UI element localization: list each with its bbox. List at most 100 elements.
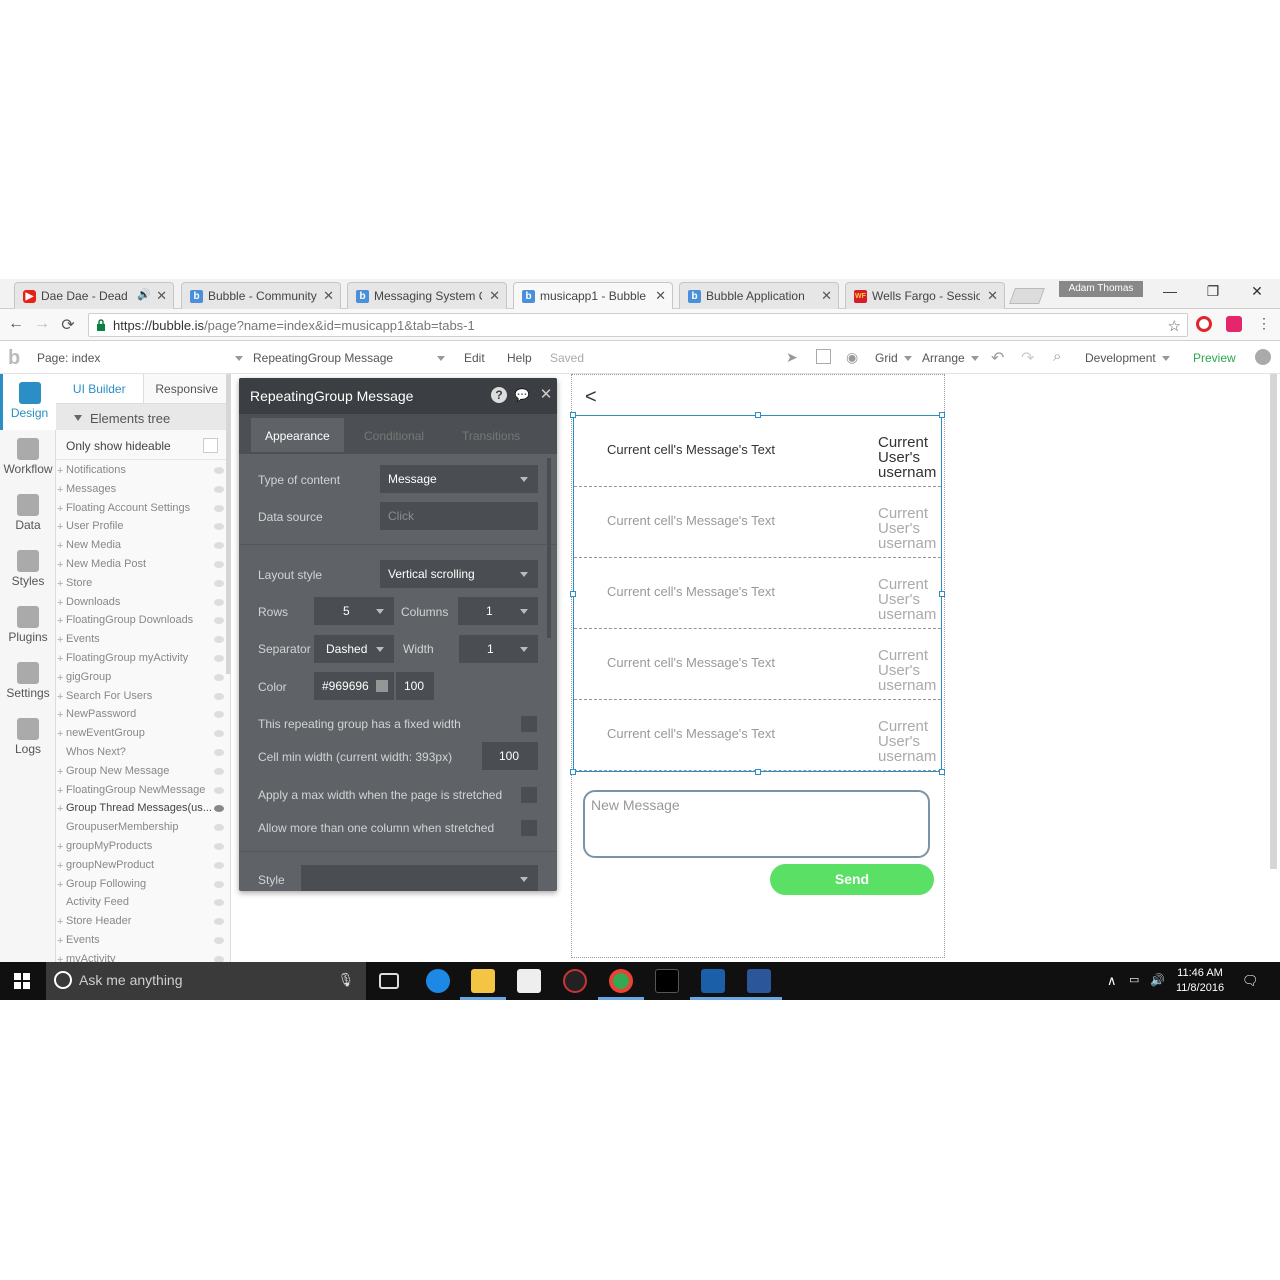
help-icon[interactable]: ? xyxy=(491,387,507,403)
battery-icon[interactable]: ▭ xyxy=(1129,973,1139,986)
url-input[interactable]: https://bubble.is/page?name=index&id=mus… xyxy=(88,313,1188,337)
color-opacity-input[interactable]: 100 xyxy=(396,672,434,700)
rows-select[interactable]: 5 xyxy=(314,597,394,625)
visibility-eye-icon[interactable] xyxy=(214,711,224,719)
visibility-eye-icon[interactable] xyxy=(214,748,224,756)
camera-icon[interactable] xyxy=(1226,316,1242,332)
expand-plus-icon[interactable]: + xyxy=(57,803,63,815)
tree-item[interactable]: + Downloads xyxy=(56,596,230,615)
type-of-content-select[interactable]: Message xyxy=(380,465,538,493)
arrange-menu[interactable]: Arrange xyxy=(922,351,979,365)
visibility-eye-icon[interactable] xyxy=(214,692,224,700)
elements-scrollbar[interactable] xyxy=(226,374,231,674)
volume-icon[interactable]: 🔊 xyxy=(1150,973,1165,987)
close-tab-icon[interactable]: ✕ xyxy=(323,288,334,304)
visibility-eye-icon[interactable] xyxy=(214,861,224,869)
repeating-group-cell[interactable]: Current cell's Message's Text Current Use… xyxy=(574,487,941,558)
rail-logs[interactable]: Logs xyxy=(0,710,56,766)
windows-start-icon[interactable] xyxy=(14,973,30,989)
fixed-width-checkbox[interactable] xyxy=(521,716,537,732)
restore-icon[interactable]: ❐ xyxy=(1203,283,1223,300)
rail-workflow[interactable]: Workflow xyxy=(0,430,56,486)
expand-plus-icon[interactable]: + xyxy=(57,860,63,872)
expand-plus-icon[interactable]: + xyxy=(57,634,63,646)
repeating-group-cell[interactable]: Current cell's Message's Text Current Use… xyxy=(574,558,941,629)
repeating-group-cell[interactable]: Current cell's Message's Text Current Use… xyxy=(574,629,941,700)
max-width-checkbox[interactable] xyxy=(521,787,537,803)
repeating-group-cell[interactable]: Current cell's Message's Text Current Use… xyxy=(574,700,941,771)
rail-data[interactable]: Data xyxy=(0,486,56,542)
more-columns-checkbox[interactable] xyxy=(521,820,537,836)
cell-min-width-input[interactable]: 100 xyxy=(482,742,538,770)
cell-username-text[interactable]: Current User's usernam xyxy=(878,577,942,622)
repeating-group-cell[interactable]: Current cell's Message's Text Current Use… xyxy=(574,416,941,487)
expand-plus-icon[interactable]: + xyxy=(57,766,63,778)
visibility-eye-icon[interactable] xyxy=(214,936,224,944)
visibility-eye-icon[interactable] xyxy=(214,899,224,907)
help-menu[interactable]: Help xyxy=(507,351,532,365)
tree-item[interactable]: + Store Header xyxy=(56,915,230,934)
style-select[interactable] xyxy=(301,865,538,891)
media-app-icon[interactable] xyxy=(563,969,587,993)
tree-item[interactable]: GroupuserMembership xyxy=(56,821,230,840)
tree-item[interactable]: Whos Next? xyxy=(56,746,230,765)
tree-item[interactable]: + Group Thread Messages(us... xyxy=(56,802,230,821)
browser-tab[interactable]: b Bubble Application ✕ xyxy=(679,282,839,309)
visibility-eye-icon[interactable] xyxy=(214,918,224,926)
tab-appearance[interactable]: Appearance xyxy=(251,418,344,452)
profile-badge[interactable]: Adam Thomas xyxy=(1059,281,1143,297)
tree-item[interactable]: Activity Feed xyxy=(56,896,230,915)
close-tab-icon[interactable]: ✕ xyxy=(987,288,998,304)
resize-handle[interactable] xyxy=(754,412,761,418)
grid-menu[interactable]: Grid xyxy=(875,351,912,365)
tree-item[interactable]: + User Profile xyxy=(56,520,230,539)
columns-select[interactable]: 1 xyxy=(458,597,538,625)
cell-message-text[interactable]: Current cell's Message's Text xyxy=(607,513,775,528)
close-tab-icon[interactable]: ✕ xyxy=(489,288,500,304)
expand-plus-icon[interactable]: + xyxy=(57,728,63,740)
repeating-group-message[interactable]: Current cell's Message's Text Current Use… xyxy=(570,412,945,775)
expand-plus-icon[interactable]: + xyxy=(57,879,63,891)
page-select[interactable]: Page: index xyxy=(37,351,243,365)
elements-tree-header[interactable]: Elements tree xyxy=(56,404,230,430)
visibility-eye-icon[interactable] xyxy=(214,598,224,606)
close-tab-icon[interactable]: ✕ xyxy=(156,288,167,304)
cell-username-text[interactable]: Current User's usernam xyxy=(878,435,942,480)
visibility-eye-icon[interactable] xyxy=(214,842,224,850)
element-select[interactable]: RepeatingGroup Message xyxy=(253,351,445,365)
tab-transitions[interactable]: Transitions xyxy=(462,418,520,452)
tree-item[interactable]: + gigGroup xyxy=(56,671,230,690)
tree-item[interactable]: + Group Following xyxy=(56,878,230,897)
expand-plus-icon[interactable]: + xyxy=(57,521,63,533)
cell-message-text[interactable]: Current cell's Message's Text xyxy=(607,655,775,670)
minimize-icon[interactable]: — xyxy=(1160,283,1180,299)
visibility-eye-icon[interactable] xyxy=(214,560,224,568)
tree-item[interactable]: + groupMyProducts xyxy=(56,840,230,859)
visibility-eye-icon[interactable] xyxy=(214,617,224,625)
rail-settings[interactable]: Settings xyxy=(0,654,56,710)
comment-icon[interactable]: 💬 xyxy=(514,387,530,403)
tree-item[interactable]: + Messages xyxy=(56,483,230,502)
expand-plus-icon[interactable]: + xyxy=(57,465,63,477)
only-show-hideable-checkbox[interactable] xyxy=(203,438,218,453)
notifications-icon[interactable]: 🗨 xyxy=(1242,973,1259,989)
new-tab-button[interactable] xyxy=(1009,288,1045,304)
resize-handle[interactable] xyxy=(939,590,945,597)
cell-message-text[interactable]: Current cell's Message's Text xyxy=(607,584,775,599)
expand-plus-icon[interactable]: + xyxy=(57,785,63,797)
browser-tab-active[interactable]: b musicapp1 - Bubble E ✕ xyxy=(513,282,673,309)
data-source-field[interactable]: Click xyxy=(380,502,538,530)
tray-chevron-icon[interactable]: ∧ xyxy=(1107,973,1117,989)
visibility-eye-icon[interactable] xyxy=(214,786,224,794)
system-clock[interactable]: 11:46 AM 11/8/2016 xyxy=(1168,966,1232,996)
tree-item[interactable]: + NewPassword xyxy=(56,708,230,727)
tree-item[interactable]: + Floating Account Settings xyxy=(56,502,230,521)
cell-username-text[interactable]: Current User's usernam xyxy=(878,648,942,693)
browser-tab[interactable]: b Bubble - Community ✕ xyxy=(181,282,341,309)
expand-plus-icon[interactable]: + xyxy=(57,503,63,515)
visibility-eye-icon[interactable] xyxy=(214,824,224,832)
visibility-eye-icon[interactable] xyxy=(214,673,224,681)
resize-handle[interactable] xyxy=(570,412,576,418)
microphone-icon[interactable]: 🎙 xyxy=(337,972,354,988)
undo-icon[interactable]: ↶ xyxy=(991,348,1004,368)
